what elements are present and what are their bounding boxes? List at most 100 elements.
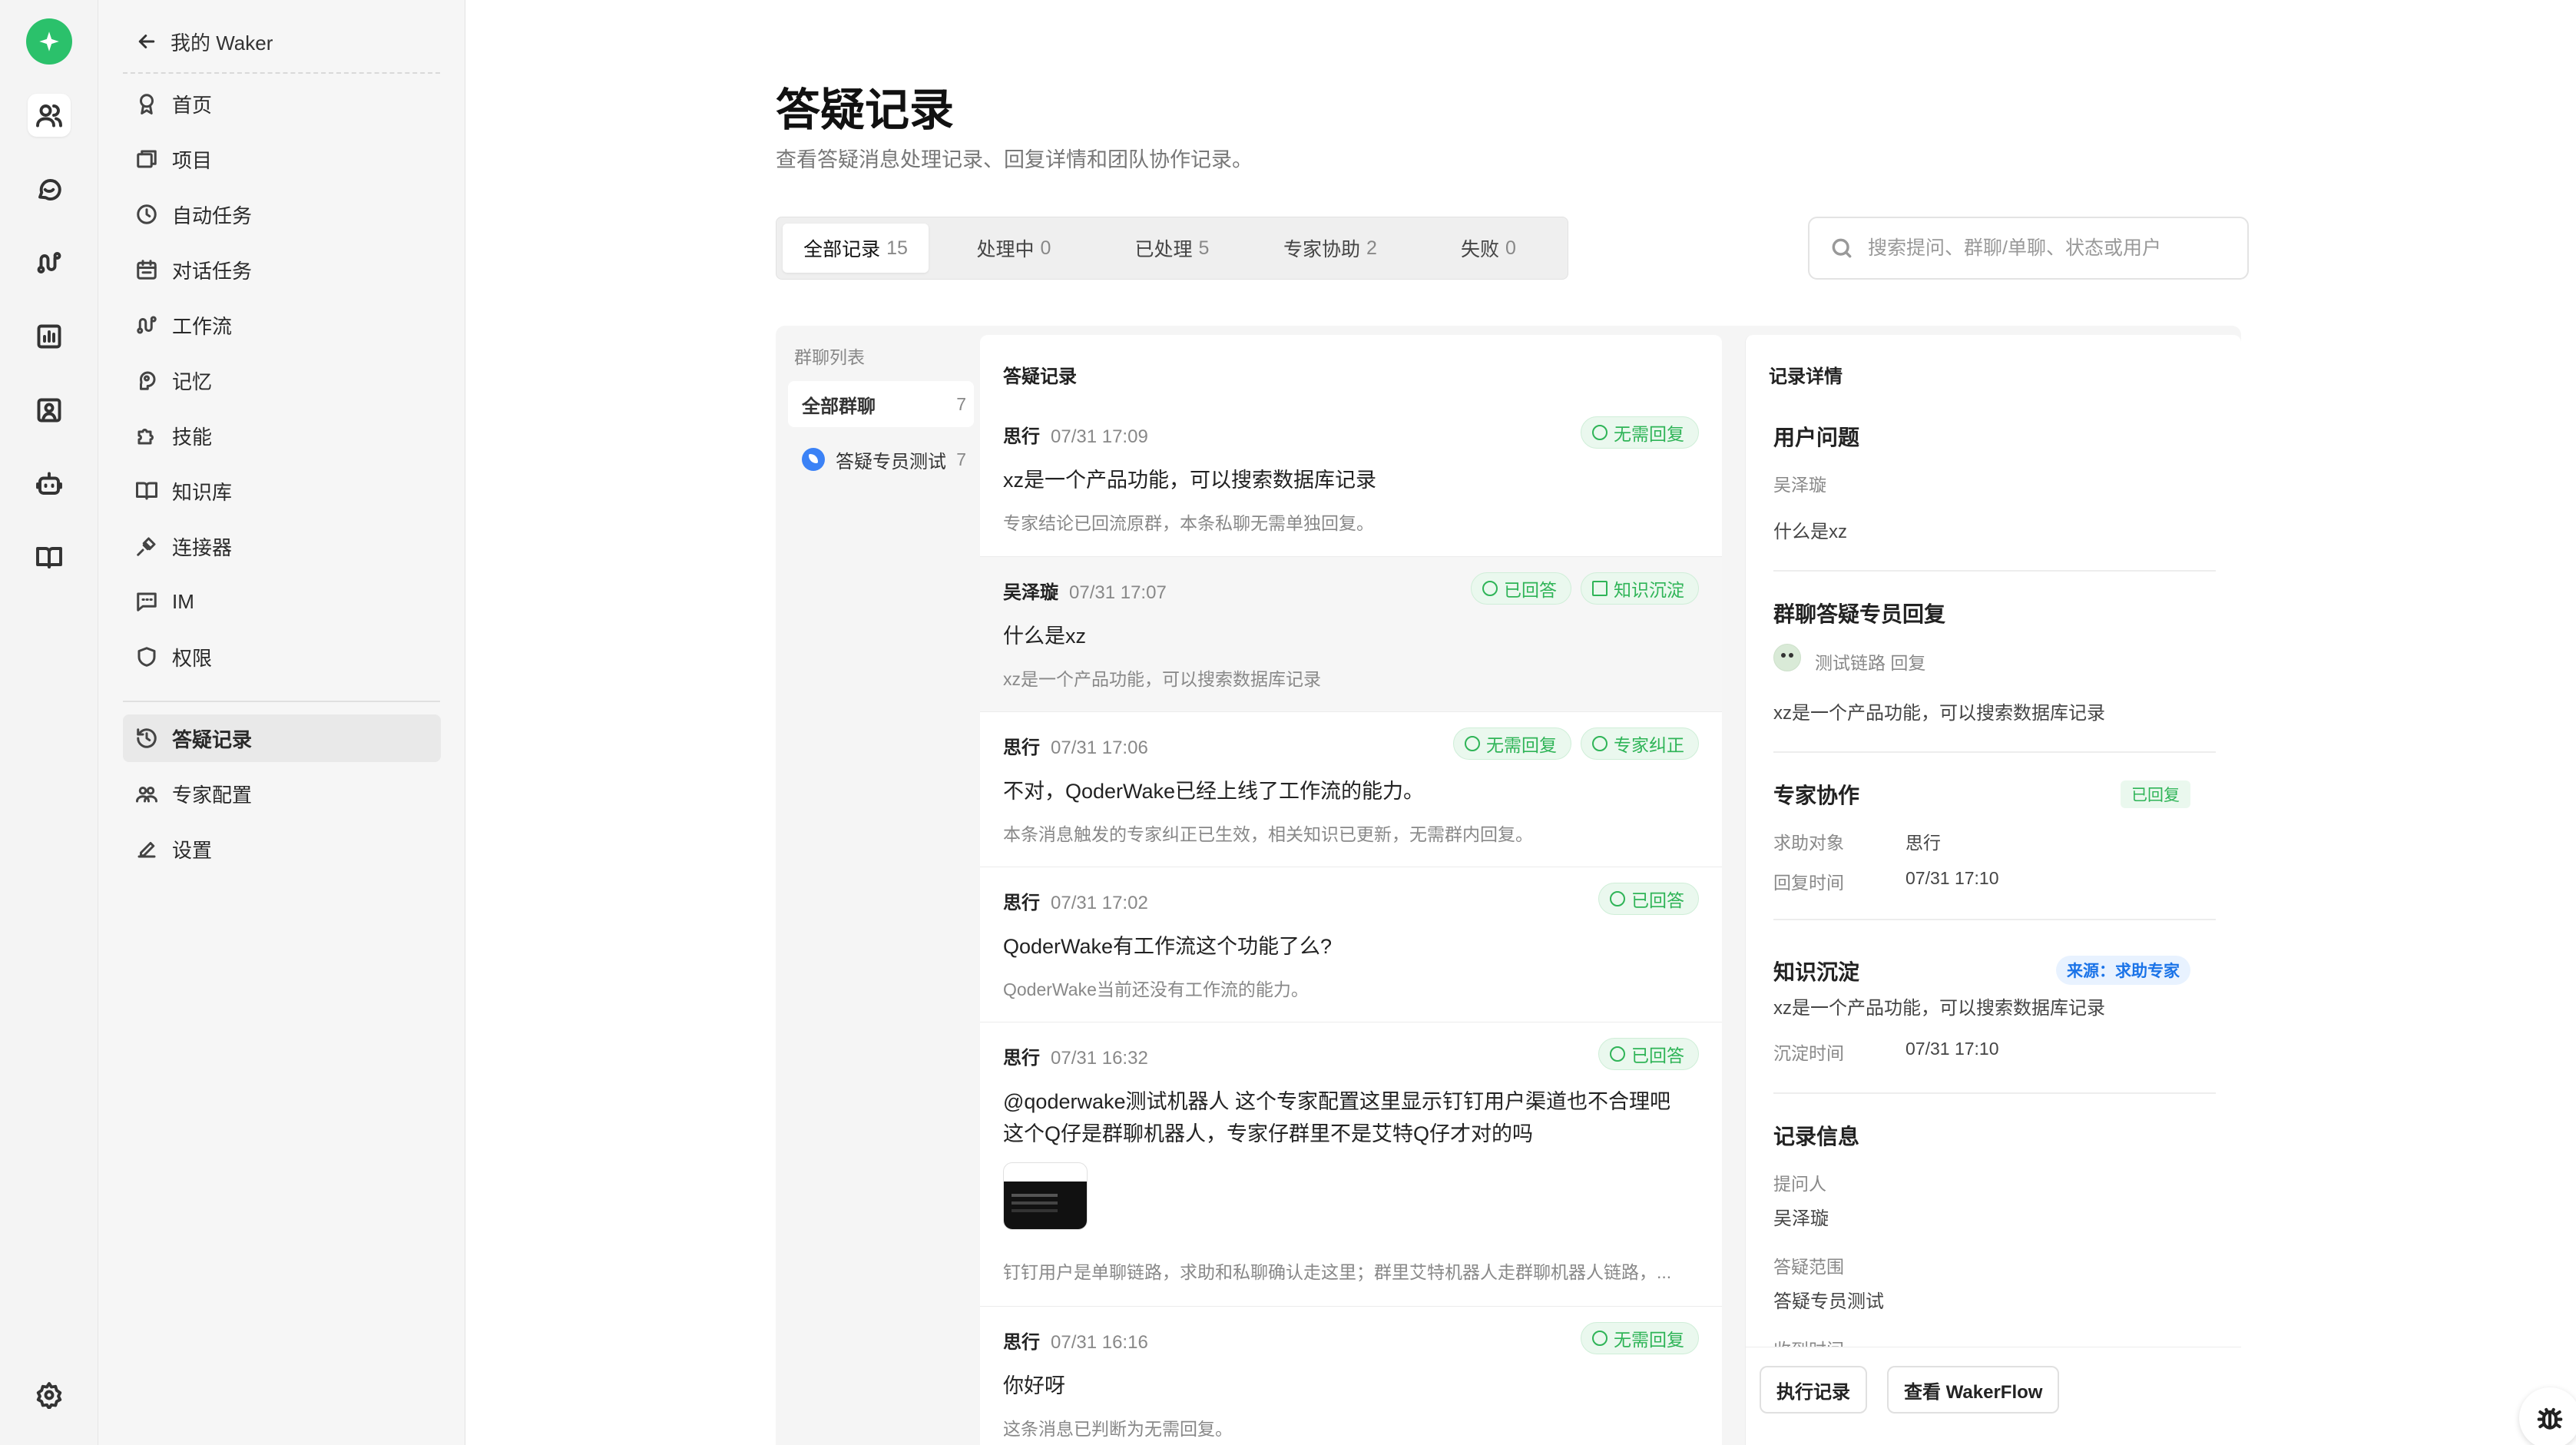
record-answer: 本条消息触发的专家纠正已生效，相关知识已更新，无需群内回复。 <box>1003 824 1533 844</box>
status-badge: 无需回复 <box>1581 1322 1699 1354</box>
scope: 答疑专员测试 <box>1773 1291 1884 1312</box>
asker: 吴泽璇 <box>1773 1208 1829 1229</box>
book-icon <box>136 482 157 500</box>
knowledge-badge: 知识沉淀 <box>1581 572 1699 605</box>
book-icon[interactable] <box>28 536 71 579</box>
record-question: 你好呀 <box>1003 1374 1065 1397</box>
record-time: 07/31 17:06 <box>1051 737 1148 758</box>
knowledge-time: 07/31 17:10 <box>1906 1039 1999 1059</box>
app-logo[interactable] <box>26 18 72 65</box>
nav-item-auto-tasks[interactable]: 自动任务 <box>123 191 441 238</box>
nav-item-settings[interactable]: 设置 <box>123 825 441 873</box>
check-circle-icon <box>1592 1331 1608 1346</box>
nav-item-memory[interactable]: 记忆 <box>123 356 441 404</box>
users-icon[interactable] <box>28 94 71 137</box>
check-circle-icon <box>1610 1046 1625 1062</box>
tab-processing[interactable]: 处理中 0 <box>941 224 1087 273</box>
screenshot-thumbnail[interactable] <box>1003 1162 1088 1230</box>
history-icon <box>137 728 157 748</box>
nav-item-label: 权限 <box>172 646 213 670</box>
detail-footer: 执行记录 查看 WakerFlow <box>1746 1347 2241 1445</box>
nav-item-label: 答疑记录 <box>172 727 253 751</box>
robot-icon[interactable] <box>28 462 71 505</box>
badge-label: 已回答 <box>1631 890 1684 910</box>
team-icon <box>136 787 157 803</box>
tab-label: 处理中 <box>976 239 1035 260</box>
tab-failed[interactable]: 失败 0 <box>1415 224 1561 273</box>
status-badge: 已回复 <box>2121 780 2190 808</box>
record-time: 07/31 16:16 <box>1051 1332 1148 1353</box>
nav-item-im[interactable]: IM <box>123 578 441 625</box>
record-question: 不对，QoderWake已经上线了工作流的能力。 <box>1003 780 1425 803</box>
tab-processed[interactable]: 已处理 5 <box>1099 224 1245 273</box>
tab-label: 已处理 <box>1134 239 1193 260</box>
contact-icon[interactable] <box>28 389 71 432</box>
search-icon <box>1832 238 1852 258</box>
settings-icon[interactable] <box>28 1374 71 1417</box>
folders-icon <box>137 150 157 168</box>
record-question: QoderWake有工作流这个功能了么? <box>1003 935 1333 958</box>
chat-icon[interactable] <box>28 167 71 210</box>
nav-item-knowledge[interactable]: 知识库 <box>123 467 441 515</box>
list-item[interactable]: 思行 07/31 17:06 无需回复 专家纠正 不对，QoderWake已经上线… <box>980 711 1722 867</box>
nav-item-workflow[interactable]: 工作流 <box>123 301 441 349</box>
debug-button[interactable] <box>2519 1387 2576 1445</box>
nav-item-chat-tasks[interactable]: 对话任务 <box>123 246 441 293</box>
plug-icon <box>137 537 156 556</box>
check-circle-icon <box>1465 736 1480 751</box>
nav-item-skills[interactable]: 技能 <box>123 412 441 459</box>
group-label: 答疑专员测试 <box>836 451 946 472</box>
filter-tabs: 全部记录 15 处理中 0 已处理 5 专家协助 2 失败 0 <box>776 217 1568 280</box>
status-badge: 无需回复 <box>1453 727 1571 760</box>
record-time: 07/31 17:09 <box>1051 426 1148 447</box>
nav-item-label: 自动任务 <box>172 204 253 227</box>
badge-label: 专家纠正 <box>1614 735 1684 755</box>
record-answer: xz是一个产品功能，可以搜索数据库记录 <box>1003 669 1321 689</box>
tab-count: 15 <box>886 237 908 259</box>
list-item[interactable]: 吴泽璇 07/31 17:07 已回答 知识沉淀 什么是xz xz是一个产品功能，… <box>980 556 1722 711</box>
knowledge-title: 知识沉淀 <box>1773 960 1860 984</box>
status-badge: 已回答 <box>1471 572 1571 605</box>
back-link[interactable]: 我的 Waker <box>135 23 273 60</box>
tab-label: 全部记录 <box>803 239 881 260</box>
record-answer: 钉钉用户是单聊链路，求助和私聊确认走这里；群里艾特机器人走群聊机器人链路，... <box>1003 1262 1672 1282</box>
view-wakerflow-button[interactable]: 查看 WakerFlow <box>1887 1366 2060 1414</box>
correction-badge: 专家纠正 <box>1581 727 1699 760</box>
tab-expert-assist[interactable]: 专家协助 2 <box>1257 224 1403 273</box>
nav-item-qa-records[interactable]: 答疑记录 <box>123 714 441 762</box>
list-item[interactable]: 思行 07/31 17:09 无需回复 xz是一个产品功能，可以搜索数据库记录 专… <box>980 401 1722 556</box>
workflow-icon[interactable] <box>28 241 71 284</box>
divider <box>1773 919 2216 920</box>
asker-label: 提问人 <box>1773 1174 1826 1194</box>
group-item-all[interactable]: 全部群聊 7 <box>788 381 974 427</box>
record-user: 思行 <box>1003 426 1040 447</box>
nav-item-permissions[interactable]: 权限 <box>123 633 441 681</box>
chart-icon[interactable] <box>28 315 71 358</box>
group-item-qa-test[interactable]: 答疑专员测试 7 <box>788 436 974 482</box>
list-item[interactable]: 思行 07/31 17:02 已回答 QoderWake有工作流这个功能了么? Q… <box>980 867 1722 1022</box>
status-badge: 无需回复 <box>1581 416 1699 449</box>
list-item[interactable]: 思行 07/31 16:32 已回答 @qoderwake测试机器人 这个专家配置… <box>980 1022 1722 1306</box>
record-question: xz是一个产品功能，可以搜索数据库记录 <box>1003 469 1376 492</box>
knowledge-time-label: 沉淀时间 <box>1773 1043 1844 1063</box>
nav-item-expert-config[interactable]: 专家配置 <box>123 770 441 817</box>
tab-count: 0 <box>1505 237 1516 259</box>
nav-item-home[interactable]: 首页 <box>123 80 441 128</box>
nav-item-label: 工作流 <box>172 314 233 338</box>
record-user: 思行 <box>1003 737 1040 758</box>
record-answer: QoderWake当前还没有工作流的能力。 <box>1003 979 1309 999</box>
nav-item-projects[interactable]: 项目 <box>123 135 441 183</box>
nav-item-label: 对话任务 <box>172 259 253 283</box>
record-user: 思行 <box>1003 1048 1040 1069</box>
execution-log-button[interactable]: 执行记录 <box>1760 1366 1867 1414</box>
check-circle-icon <box>1592 425 1608 440</box>
tab-count: 0 <box>1040 237 1051 259</box>
nav-item-connectors[interactable]: 连接器 <box>123 522 441 570</box>
tab-label: 失败 <box>1461 239 1500 260</box>
nav-item-label: 设置 <box>172 838 213 862</box>
icon-rail <box>0 0 98 1445</box>
tab-all[interactable]: 全部记录 15 <box>783 224 929 273</box>
expert-time: 07/31 17:10 <box>1906 868 1999 888</box>
search-input[interactable] <box>1868 237 2237 260</box>
list-item[interactable]: 思行 07/31 16:16 无需回复 你好呀 这条消息已判断为无需回复。 <box>980 1306 1722 1445</box>
